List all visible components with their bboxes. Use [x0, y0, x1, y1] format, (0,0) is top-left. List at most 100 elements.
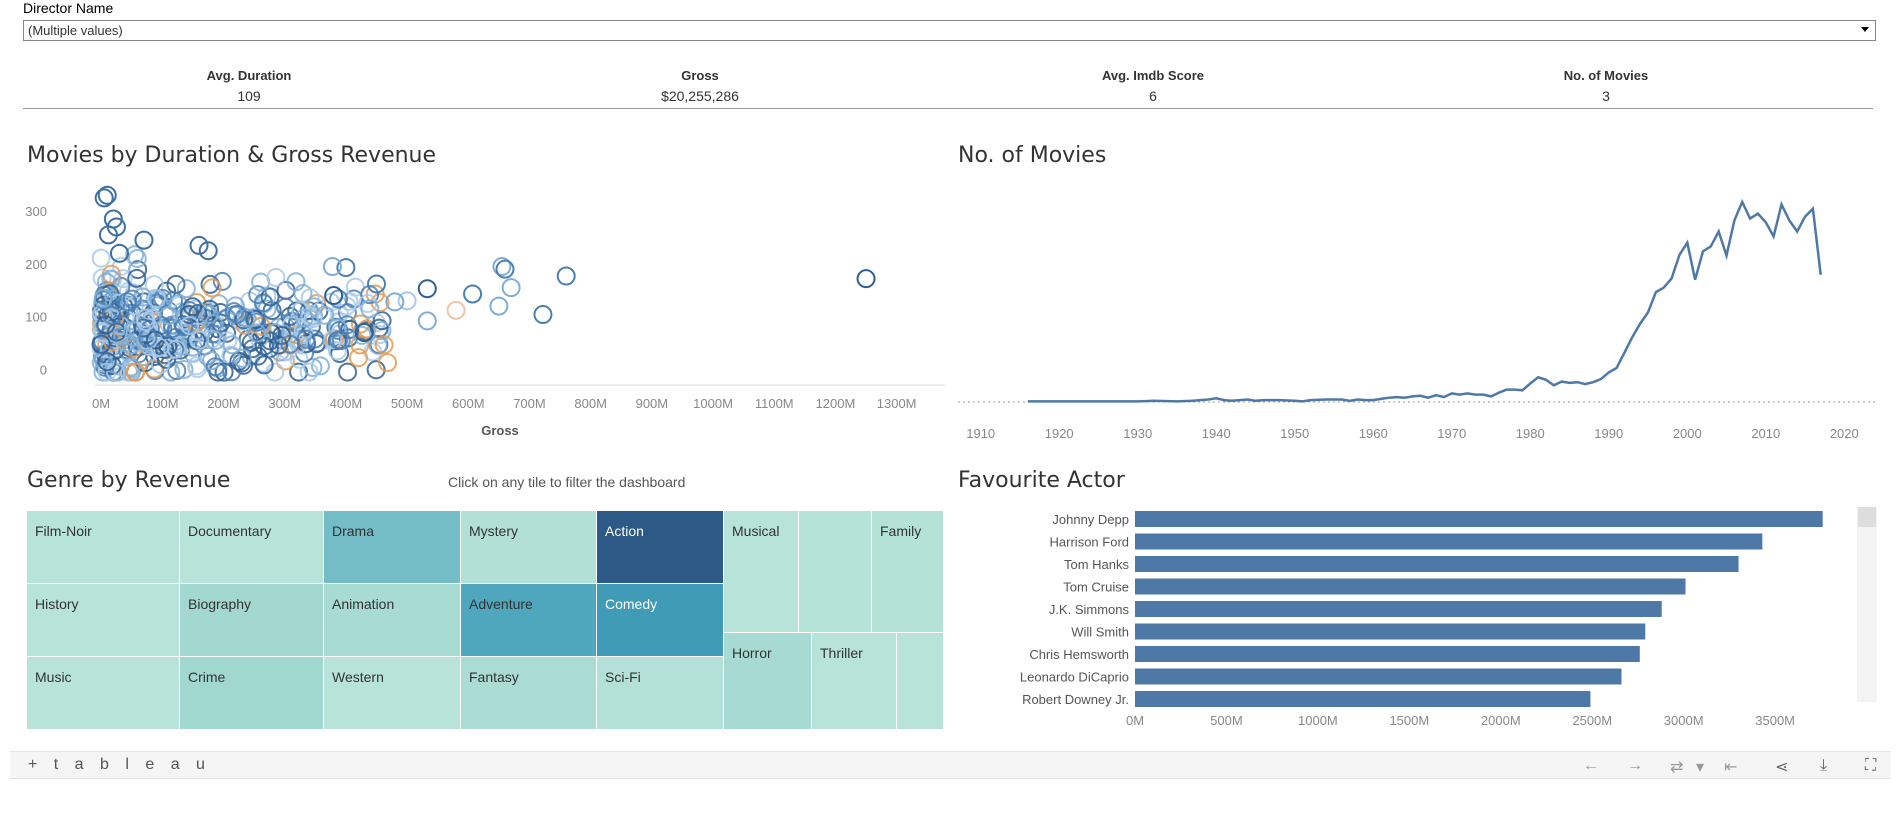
kpi-value: 109 [237, 88, 261, 104]
director-filter-dropdown[interactable]: (Multiple values) [23, 20, 1876, 41]
kpi-title: No. of Movies [1563, 68, 1649, 83]
treemap-tile-film-noir[interactable]: Film-Noir [27, 511, 180, 584]
scatter-point [134, 230, 154, 250]
scatter-point [348, 348, 368, 368]
undo-icon[interactable]: ← [1583, 757, 1599, 775]
x-tick-label: 500M [391, 396, 424, 411]
kpi-divider [23, 108, 1873, 109]
x-tick-label: 0M [92, 396, 110, 411]
scatter-point [489, 296, 509, 316]
scrollbar-thumb[interactable] [1858, 507, 1876, 527]
actor-label: Leonardo DiCaprio [1020, 670, 1129, 685]
actor-bar [1135, 578, 1686, 595]
line-chart[interactable]: 1910 1920 1930 1940 1950 1960 1970 1980 1990 2000… [950, 180, 1880, 445]
actor-label: Chris Hemsworth [1029, 647, 1129, 662]
x-tick-label: 400M [330, 396, 363, 411]
scatter-point [338, 362, 358, 382]
x-tick-label: 2500M [1572, 713, 1612, 728]
actor-bar-chart[interactable]: Johnny Depp Harrison Ford Tom Hanks Tom Cru… [950, 503, 1850, 733]
treemap-tile-label: Musical [732, 523, 780, 539]
x-tick-label: 700M [513, 396, 546, 411]
actor-bar [1135, 646, 1640, 662]
x-tick-label: 1000M [693, 396, 733, 411]
kpi-title: Gross [681, 68, 719, 83]
actor-bar [1135, 623, 1646, 640]
actor-label: Robert Downey Jr. [1022, 692, 1129, 707]
treemap-tile-crime[interactable]: Crime [180, 657, 324, 730]
x-tick-label: 1920 [1045, 426, 1074, 441]
treemap-tile-fantasy[interactable]: Fantasy [461, 657, 597, 730]
treemap-tile-label: Mystery [469, 523, 518, 539]
treemap-tile-music[interactable]: Music [27, 657, 180, 730]
redo-icon[interactable]: → [1627, 757, 1643, 775]
x-tick-label: 2000 [1673, 426, 1702, 441]
actor-label: Tom Cruise [1063, 580, 1129, 595]
line-title: No. of Movies [958, 143, 1107, 168]
treemap-tile-history[interactable]: History [27, 584, 180, 657]
x-tick-label: 1970 [1437, 426, 1466, 441]
share-icon[interactable]: ⋖ [1775, 757, 1788, 777]
actor-label: Will Smith [1071, 625, 1129, 640]
x-tick-label: 3000M [1664, 713, 1704, 728]
treemap-tile-label: Comedy [605, 596, 658, 612]
treemap-tile-biography[interactable]: Biography [180, 584, 324, 657]
scatter-point [417, 279, 437, 299]
treemap-tile-comedy[interactable]: Comedy [597, 584, 724, 657]
fullscreen-icon[interactable]: ⛶ [1865, 757, 1876, 775]
x-tick-label: 1100M [755, 396, 794, 411]
treemap-tile-label: Fantasy [469, 669, 519, 685]
treemap-tile-action[interactable]: Action [597, 511, 724, 584]
treemap-tile-adventure[interactable]: Adventure [461, 584, 597, 657]
director-filter-label: Director Name [23, 0, 114, 16]
treemap-tile-unlabeled[interactable] [897, 633, 944, 730]
x-tick-label: 0M [1126, 713, 1144, 728]
treemap-tile-sci-fi[interactable]: Sci-Fi [597, 657, 724, 730]
kpi-title: Avg. Imdb Score [1101, 68, 1205, 83]
scatter-point [501, 278, 521, 298]
genre-treemap: Film-Noir Documentary Drama Mystery Action Mu… [27, 511, 944, 730]
treemap-tile-label: Western [332, 669, 384, 685]
treemap-tile-musical[interactable]: Musical [724, 511, 799, 633]
treemap-tile-label: Thriller [820, 645, 863, 661]
treemap-tile-label: Sci-Fi [605, 669, 641, 685]
bar-chart-scrollbar[interactable] [1857, 507, 1877, 702]
treemap-tile-label: Documentary [188, 523, 272, 539]
treemap-tile-drama[interactable]: Drama [324, 511, 461, 584]
treemap-tile-horror[interactable]: Horror [724, 633, 812, 730]
x-tick-label: 1960 [1359, 426, 1388, 441]
actor-label: Tom Hanks [1064, 557, 1130, 572]
treemap-tile-western[interactable]: Western [324, 657, 461, 730]
treemap-tile-unlabeled[interactable] [799, 511, 872, 633]
scatter-point [417, 311, 437, 331]
x-tick-label: 3500M [1755, 713, 1795, 728]
chevron-down-icon[interactable] [1861, 27, 1869, 32]
treemap-tile-label: Drama [332, 523, 375, 539]
x-tick-label: 2020 [1830, 426, 1859, 441]
treemap-tile-thriller[interactable]: Thriller [812, 633, 897, 730]
treemap-tile-documentary[interactable]: Documentary [180, 511, 324, 584]
download-icon[interactable]: ⤓ [1820, 757, 1827, 775]
actor-bar [1135, 533, 1763, 550]
treemap-tile-family[interactable]: Family [872, 511, 944, 633]
treemap-tile-mystery[interactable]: Mystery [461, 511, 597, 584]
scatter-chart[interactable]: 0 100 200 300 0M 100M 200M 300M 400M 500M 600M 700M… [0, 180, 945, 445]
y-tick-label: 200 [25, 257, 47, 272]
treemap-tile-label: History [35, 596, 79, 612]
x-tick-label: 1910 [966, 426, 995, 441]
x-tick-label: 1000M [1298, 713, 1338, 728]
treemap-tile-label: Animation [332, 596, 395, 612]
revert-menu-icon[interactable]: ▾ [1696, 757, 1704, 777]
x-tick-label: 600M [452, 396, 485, 411]
x-tick-label: 1980 [1516, 426, 1545, 441]
revert-icon[interactable]: ⇄ [1670, 757, 1683, 777]
y-tick-label: 0 [40, 362, 47, 377]
tableau-logo[interactable]: + t a b l e a u [28, 756, 211, 774]
x-tick-label: 200M [207, 396, 240, 411]
kpi-avg-duration: Avg. Duration 109 [139, 68, 359, 104]
actor-bar [1135, 668, 1622, 685]
treemap-tile-animation[interactable]: Animation [324, 584, 461, 657]
reset-icon[interactable]: ⇤ [1724, 757, 1737, 777]
x-tick-label: 2010 [1751, 426, 1780, 441]
x-tick-label: 1930 [1123, 426, 1152, 441]
y-tick-label: 300 [25, 204, 47, 219]
